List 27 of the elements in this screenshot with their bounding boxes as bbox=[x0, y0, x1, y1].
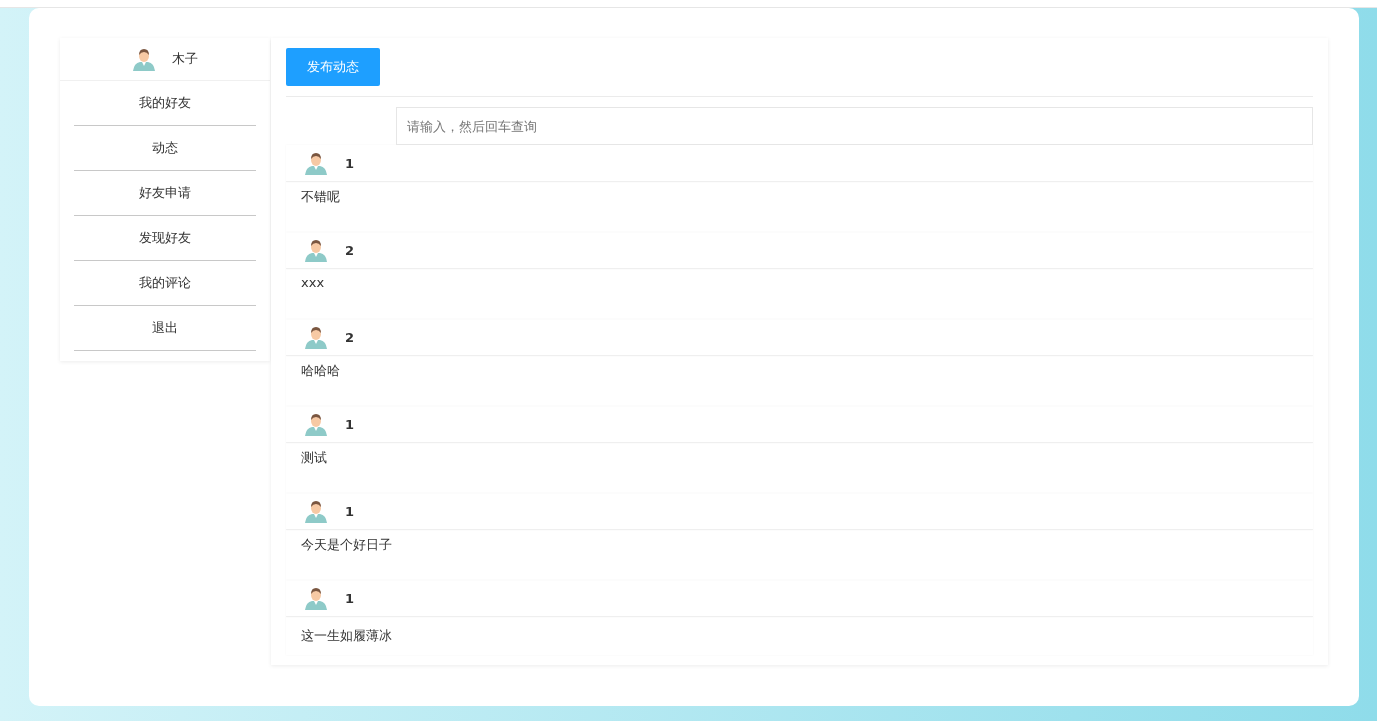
menu-item[interactable]: 好友申请 bbox=[74, 171, 256, 216]
menu-item[interactable]: 动态 bbox=[74, 126, 256, 171]
avatar-icon bbox=[304, 325, 328, 349]
post-author: 1 bbox=[345, 416, 355, 432]
post-content: 不错呢 bbox=[301, 188, 340, 206]
post-author: 1 bbox=[345, 155, 355, 171]
menu-item[interactable]: 发现好友 bbox=[74, 216, 256, 261]
user-name: 木子 bbox=[172, 50, 198, 68]
post-content: 哈哈哈 bbox=[301, 362, 340, 380]
avatar-icon bbox=[304, 238, 328, 262]
menu-item[interactable]: 我的评论 bbox=[74, 261, 256, 306]
avatar-icon bbox=[304, 586, 328, 610]
post-author: 1 bbox=[345, 590, 355, 606]
avatar-icon bbox=[304, 412, 328, 436]
menu-item[interactable]: 我的好友 bbox=[74, 81, 256, 126]
avatar-icon bbox=[132, 47, 156, 71]
menu-item[interactable]: 退出 bbox=[74, 306, 256, 351]
avatar-icon bbox=[304, 499, 328, 523]
post-content: 这一生如履薄冰 bbox=[301, 627, 392, 645]
avatar-icon bbox=[304, 151, 328, 175]
post-author: 1 bbox=[345, 503, 355, 519]
post-content: 今天是个好日子 bbox=[301, 536, 392, 554]
post-content: xxx bbox=[301, 275, 325, 290]
post-author: 2 bbox=[345, 242, 355, 258]
post-author: 2 bbox=[345, 329, 355, 345]
search-field[interactable]: 请输入，然后回车查询 bbox=[396, 107, 1313, 145]
post-content: 测试 bbox=[301, 449, 327, 467]
